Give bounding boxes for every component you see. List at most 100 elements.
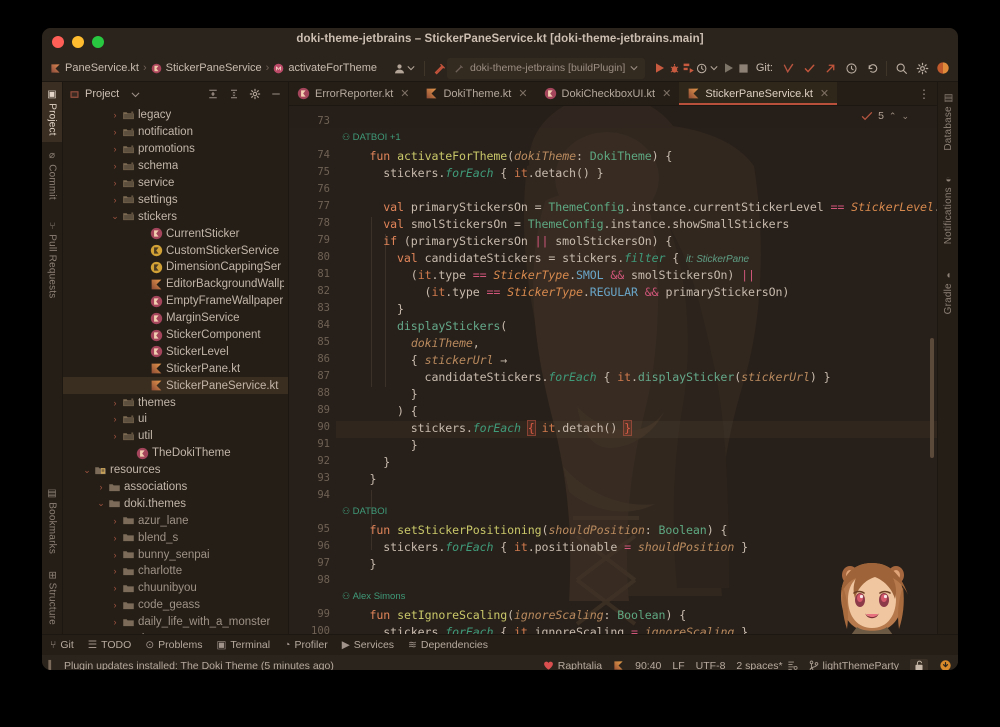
history-clock-icon[interactable] [844, 61, 858, 75]
sidebar-item-notifications[interactable]: Notifications ◓ [938, 160, 958, 255]
chevron-right-icon[interactable]: › [109, 583, 121, 593]
bottom-tool-git[interactable]: ⑂ Git [50, 639, 74, 651]
tree-item[interactable]: › schema [63, 158, 288, 175]
chevron-right-icon[interactable]: › [95, 482, 107, 492]
collapse-all-icon[interactable] [207, 88, 219, 100]
chevron-down-icon[interactable] [407, 61, 416, 75]
sidebar-item-database[interactable]: Database ▤ [938, 84, 958, 156]
tree-item[interactable]: · EditorBackgroundWallp [63, 276, 288, 293]
tree-item[interactable]: › bunny_senpai [63, 546, 288, 563]
sidebar-item-structure[interactable]: ⊞ Structure [42, 564, 62, 632]
tree-item[interactable]: › legacy [63, 107, 288, 124]
bottom-tool-todo[interactable]: ☰ TODO [88, 639, 132, 651]
editor-tab[interactable]: StickerPaneService.kt ✕ [679, 82, 838, 105]
close-tab-icon[interactable]: ✕ [820, 87, 829, 100]
bottom-tool-dependencies[interactable]: ≋ Dependencies [408, 639, 488, 651]
search-icon[interactable] [894, 61, 908, 75]
more-vertical-icon[interactable]: ⋮ [918, 82, 937, 105]
tree-item[interactable]: › code_geass [63, 597, 288, 614]
chevron-right-icon[interactable]: › [109, 178, 121, 188]
tree-item[interactable]: › ui [63, 411, 288, 428]
doki-theme-icon[interactable] [936, 61, 950, 75]
doki-update-icon[interactable] [939, 659, 952, 670]
chevron-right-icon[interactable]: › [109, 550, 121, 560]
tree-item[interactable]: › azur_lane [63, 512, 288, 529]
unlocked-icon[interactable] [910, 659, 928, 670]
update-project-icon[interactable] [781, 61, 795, 75]
tree-item[interactable]: › associations [63, 479, 288, 496]
sidebar-item-project[interactable]: ▣ Project [42, 82, 62, 142]
tree-item[interactable]: · MarginService [63, 310, 288, 327]
notification-bar-icon[interactable] [48, 659, 58, 670]
bottom-tool-profiler[interactable]: ◔ Profiler [284, 639, 328, 651]
sidebar-item-gradle[interactable]: Gradle ◗ [938, 259, 958, 321]
chevron-up-icon[interactable]: ⌃ [889, 111, 897, 122]
tree-item[interactable]: · CustomStickerService [63, 242, 288, 259]
chevron-right-icon[interactable]: › [109, 516, 121, 526]
stop-icon[interactable] [736, 61, 750, 75]
status-encoding[interactable]: UTF-8 [696, 660, 726, 671]
breadcrumb-item-class[interactable]: StickerPaneService [151, 62, 262, 74]
tree-item[interactable]: · CurrentSticker [63, 225, 288, 242]
tree-item[interactable]: ›danganronpa [63, 631, 288, 634]
debug-icon[interactable] [667, 61, 681, 75]
status-git-branch[interactable]: lightThemeParty [809, 660, 899, 670]
close-tab-icon[interactable]: ✕ [662, 87, 671, 100]
status-message[interactable]: Plugin updates installed: The Doki Theme… [64, 660, 334, 671]
tree-item[interactable]: · DimensionCappingSer [63, 259, 288, 276]
breadcrumb-item-file[interactable]: PaneService.kt [50, 62, 139, 74]
tree-item[interactable]: › blend_s [63, 529, 288, 546]
run-alt-icon[interactable] [722, 61, 736, 75]
tree-item[interactable]: ⌄ stickers [63, 208, 288, 225]
tree-item[interactable]: › notification [63, 124, 288, 141]
chevron-down-icon[interactable]: ⌄ [95, 498, 107, 509]
chevron-right-icon[interactable]: › [109, 414, 121, 424]
tree-item[interactable]: › themes [63, 394, 288, 411]
chevron-down-icon[interactable] [709, 61, 718, 75]
editor-tab[interactable]: DokiCheckboxUI.kt ✕ [536, 82, 680, 105]
close-tab-icon[interactable]: ✕ [400, 87, 409, 100]
project-tree[interactable]: › legacy › notification › promotions › schema › s… [63, 106, 288, 634]
chevron-right-icon[interactable]: › [109, 431, 121, 441]
chevron-right-icon[interactable]: › [109, 600, 121, 610]
chevron-right-icon[interactable]: › [109, 127, 121, 137]
run-icon[interactable] [653, 61, 667, 75]
bottom-tool-problems[interactable]: ⊙ Problems [145, 639, 202, 651]
chevron-right-icon[interactable]: › [109, 533, 121, 543]
chevron-right-icon[interactable]: › [109, 398, 121, 408]
tree-item[interactable]: ⌄ resources [63, 462, 288, 479]
bottom-tool-services[interactable]: ▶ Services [342, 639, 394, 651]
editor-tab[interactable]: DokiTheme.kt ✕ [417, 82, 535, 105]
vcs-annotation[interactable]: ⚇ DATBOI +1 [342, 132, 401, 143]
run-with-coverage-icon[interactable] [681, 61, 695, 75]
commit-check-icon[interactable] [802, 61, 816, 75]
status-theme[interactable]: Raphtalia [543, 660, 602, 670]
chevron-right-icon[interactable]: › [109, 110, 121, 120]
chevron-right-icon[interactable]: › [109, 161, 121, 171]
chevron-down-icon[interactable]: ⌄ [109, 211, 121, 222]
tree-item[interactable]: · StickerPaneService.kt [63, 377, 288, 395]
tree-item[interactable]: › chuunibyou [63, 580, 288, 597]
tree-item[interactable]: · StickerLevel [63, 343, 288, 360]
status-caret-position[interactable]: 90:40 [635, 660, 661, 671]
user-avatar-icon[interactable] [393, 61, 407, 75]
inspection-widget[interactable]: 5 ⌃ ⌄ [861, 110, 909, 122]
editor-scrollbar-thumb[interactable] [930, 338, 934, 458]
vcs-annotation[interactable]: ⚇ DATBOI [342, 506, 387, 517]
rollback-icon[interactable] [865, 61, 879, 75]
chevron-right-icon[interactable]: › [109, 144, 121, 154]
chevron-down-icon[interactable] [131, 90, 140, 99]
run-configuration-selector[interactable]: doki-theme-jetbrains [buildPlugin] [446, 57, 646, 79]
tree-item[interactable]: › daily_life_with_a_monster [63, 614, 288, 631]
breadcrumb-item-method[interactable]: activateForTheme [273, 62, 377, 74]
editor-tab[interactable]: ErrorReporter.kt ✕ [289, 82, 417, 105]
chevron-down-icon[interactable]: ⌄ [901, 111, 909, 122]
chevron-right-icon[interactable]: › [109, 195, 121, 205]
settings-gear-icon[interactable] [915, 61, 929, 75]
tree-item[interactable]: › charlotte [63, 563, 288, 580]
tree-item[interactable]: · TheDokiTheme [63, 445, 288, 462]
tree-item[interactable]: › util [63, 428, 288, 445]
tree-item[interactable]: · StickerPane.kt [63, 360, 288, 377]
expand-all-icon[interactable] [228, 88, 240, 100]
hide-icon[interactable] [270, 88, 282, 100]
